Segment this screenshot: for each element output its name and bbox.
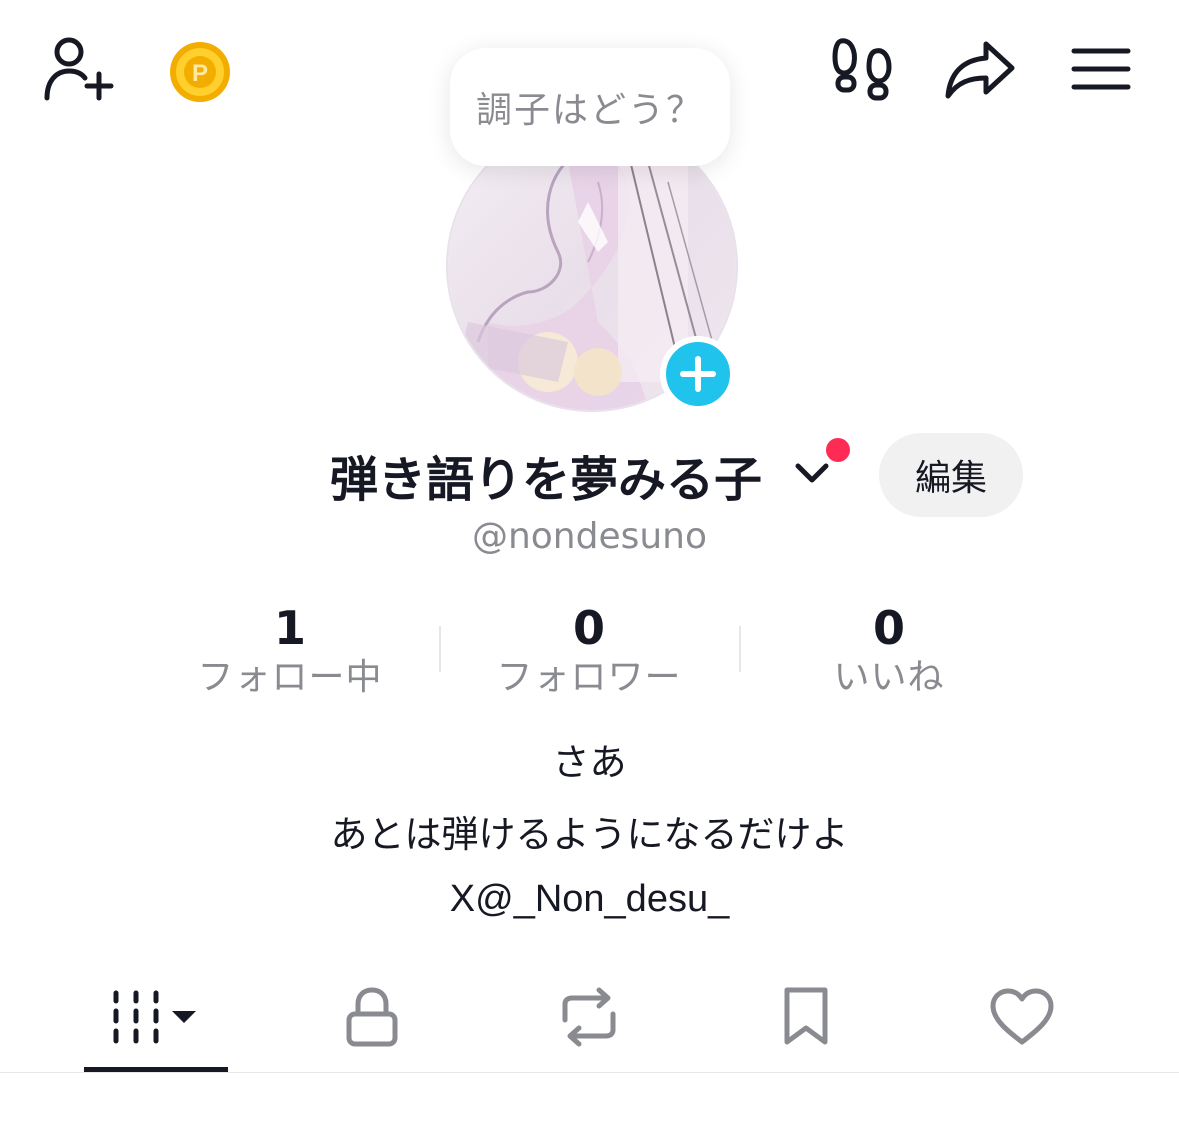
stat-likes-value: 0 xyxy=(872,601,905,655)
heart-icon xyxy=(990,988,1054,1045)
stat-likes-label: いいね xyxy=(833,657,945,698)
menu-icon xyxy=(1071,48,1131,90)
bio-line: さあ xyxy=(552,741,627,784)
bio-link[interactable]: X@_Non_desu_ xyxy=(0,878,1179,921)
bio-line: あとは弾けるようになるだけよ xyxy=(330,813,849,856)
stat-likes[interactable]: 0 いいね xyxy=(759,600,1019,700)
status-bubble[interactable]: 調子はどう？ xyxy=(450,48,730,166)
add-avatar-button[interactable] xyxy=(660,336,736,412)
coin-button[interactable]: P xyxy=(168,40,232,104)
lock-icon xyxy=(346,987,398,1047)
display-name[interactable]: 弾き語りを夢みる子 xyxy=(330,440,762,510)
share-button[interactable] xyxy=(942,36,1018,102)
footprints-button[interactable] xyxy=(830,36,894,102)
person-add-icon xyxy=(44,37,114,101)
stat-following-label: フォロー中 xyxy=(197,657,383,698)
username-handle: @nondesuno xyxy=(471,516,708,557)
account-switch-chevron[interactable] xyxy=(792,456,832,492)
coin-icon: P xyxy=(170,42,230,102)
stat-followers-value: 0 xyxy=(572,601,605,655)
stat-followers[interactable]: 0 フォロワー xyxy=(459,600,719,700)
notification-dot xyxy=(826,438,850,462)
stat-divider xyxy=(739,626,741,672)
videos-grid-icon xyxy=(113,990,196,1044)
plus-icon xyxy=(680,356,716,392)
footprints-icon xyxy=(832,38,892,101)
tab-videos[interactable] xyxy=(84,980,228,1054)
chevron-down-icon xyxy=(795,463,829,483)
tab-bar-divider xyxy=(0,1072,1179,1073)
share-icon xyxy=(945,41,1015,99)
stat-following[interactable]: 1 フォロー中 xyxy=(160,600,420,700)
coin-letter: P xyxy=(192,60,208,87)
menu-button[interactable] xyxy=(1068,40,1134,98)
tab-reposts[interactable] xyxy=(517,980,661,1054)
tab-liked[interactable] xyxy=(950,980,1094,1054)
repost-icon xyxy=(562,987,616,1047)
tab-saved[interactable] xyxy=(734,980,878,1054)
tab-private[interactable] xyxy=(300,980,444,1054)
stat-following-value: 1 xyxy=(273,601,306,655)
add-friend-button[interactable] xyxy=(40,34,116,104)
status-bubble-text: 調子はどう？ xyxy=(475,90,704,131)
stat-divider xyxy=(439,626,441,672)
stat-followers-label: フォロワー xyxy=(496,657,682,698)
bookmark-icon xyxy=(784,987,828,1045)
edit-profile-button[interactable]: 編集 xyxy=(879,433,1023,517)
